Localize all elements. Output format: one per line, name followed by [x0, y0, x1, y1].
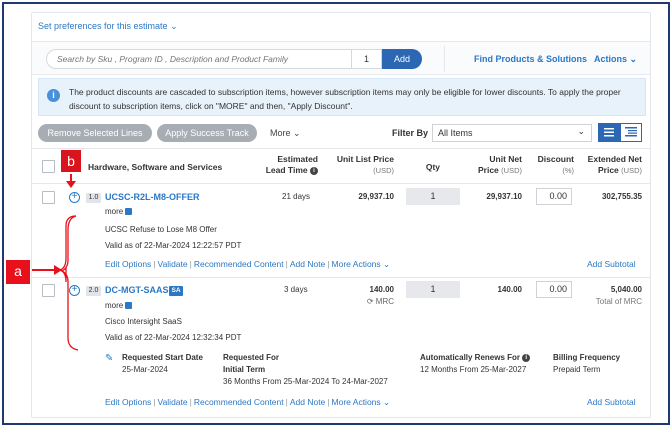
annotation-label-b: b: [61, 150, 81, 172]
annotation-bracket: [60, 215, 79, 351]
annotation-overlay: [32, 174, 79, 351]
annotation-arrowhead-b: [66, 181, 76, 188]
annotation-arrowhead-a: [54, 265, 62, 275]
annotation-label-a: a: [6, 260, 30, 284]
screenshot-frame: Set preferences for this estimate ⌄ Add …: [2, 2, 670, 425]
